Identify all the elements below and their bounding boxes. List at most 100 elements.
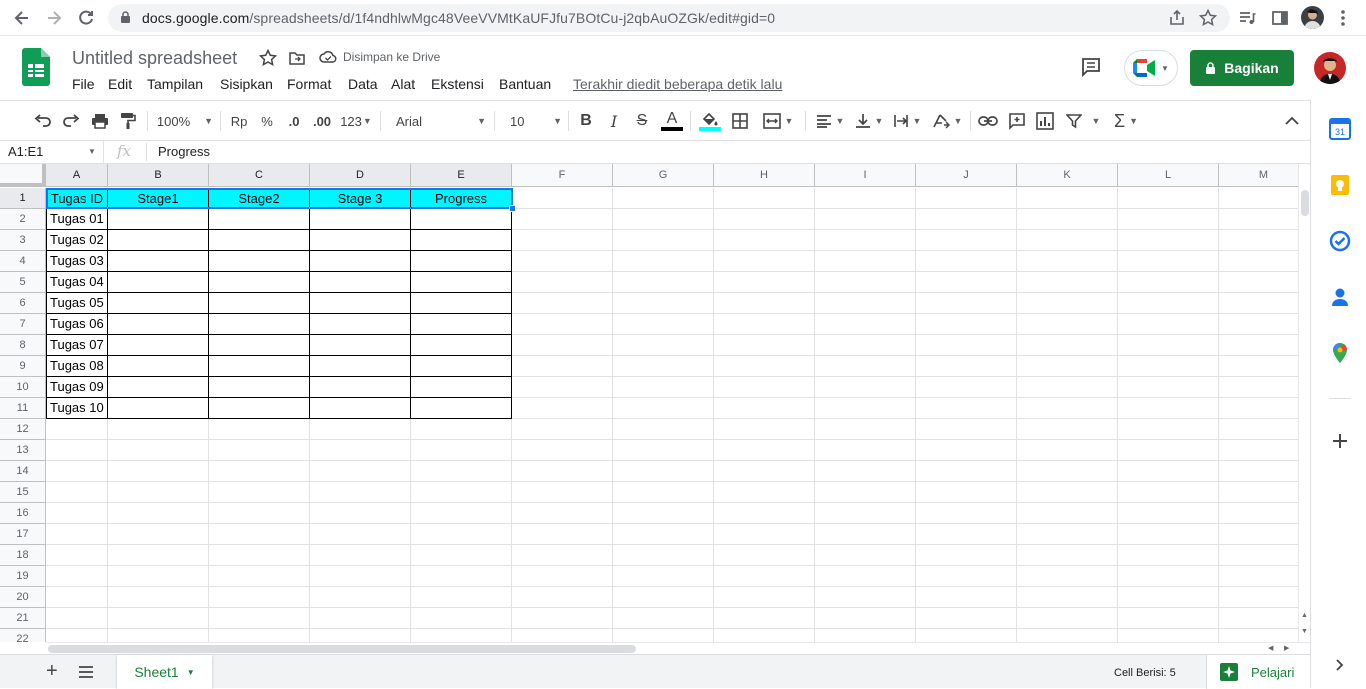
cell-f14[interactable] — [512, 461, 613, 482]
cell-k17[interactable] — [1017, 524, 1118, 545]
cell-j12[interactable] — [916, 419, 1017, 440]
cell-b4[interactable] — [108, 251, 209, 272]
cell-l11[interactable] — [1118, 398, 1219, 419]
cell-e12[interactable] — [411, 419, 512, 440]
menu-insert[interactable]: Sisipkan — [220, 76, 273, 92]
cell-f22[interactable] — [512, 629, 613, 642]
document-title[interactable]: Untitled spreadsheet — [72, 48, 237, 69]
cell-j4[interactable] — [916, 251, 1017, 272]
menu-view[interactable]: Tampilan — [147, 76, 203, 92]
horizontal-scrollbar[interactable]: ◀ ▶ — [46, 642, 1310, 654]
row-header-11[interactable]: 11 — [0, 398, 46, 419]
cell-c17[interactable] — [209, 524, 310, 545]
cell-g19[interactable] — [613, 566, 714, 587]
star-icon[interactable] — [258, 48, 278, 72]
cell-c12[interactable] — [209, 419, 310, 440]
cell-b7[interactable] — [108, 314, 209, 335]
cell-b16[interactable] — [108, 503, 209, 524]
cell-i3[interactable] — [815, 230, 916, 251]
cell-f9[interactable] — [512, 356, 613, 377]
cell-l18[interactable] — [1118, 545, 1219, 566]
cell-k5[interactable] — [1017, 272, 1118, 293]
cell-a12[interactable] — [46, 419, 108, 440]
cell-f15[interactable] — [512, 482, 613, 503]
cell-i8[interactable] — [815, 335, 916, 356]
cell-b6[interactable] — [108, 293, 209, 314]
chevron-down-icon[interactable]: ▼ — [88, 147, 96, 156]
cell-d3[interactable] — [310, 230, 411, 251]
cell-b21[interactable] — [108, 608, 209, 629]
cell-h4[interactable] — [714, 251, 815, 272]
cell-l6[interactable] — [1118, 293, 1219, 314]
cell-i15[interactable] — [815, 482, 916, 503]
cell-l2[interactable] — [1118, 209, 1219, 230]
cell-a8[interactable]: Tugas 07 — [46, 335, 108, 356]
filter-button[interactable]: ▼ — [1063, 109, 1103, 133]
side-panel-icon[interactable] — [1271, 9, 1289, 32]
cell-c7[interactable] — [209, 314, 310, 335]
scroll-left-icon[interactable]: ◀ — [1268, 644, 1273, 652]
cell-f1[interactable] — [512, 188, 613, 209]
cell-m7[interactable] — [1219, 314, 1309, 335]
cell-j16[interactable] — [916, 503, 1017, 524]
decrease-decimal-button[interactable]: .0 — [283, 109, 305, 133]
cell-a20[interactable] — [46, 587, 108, 608]
cell-l19[interactable] — [1118, 566, 1219, 587]
column-header-f[interactable]: F — [512, 164, 613, 187]
cell-j13[interactable] — [916, 440, 1017, 461]
cell-f6[interactable] — [512, 293, 613, 314]
cell-e7[interactable] — [411, 314, 512, 335]
cloud-saved-icon[interactable] — [319, 50, 337, 69]
horizontal-scroll-thumb[interactable] — [48, 645, 636, 653]
cell-f20[interactable] — [512, 587, 613, 608]
cell-c19[interactable] — [209, 566, 310, 587]
menu-help[interactable]: Bantuan — [499, 76, 551, 92]
cell-b15[interactable] — [108, 482, 209, 503]
cell-d8[interactable] — [310, 335, 411, 356]
cell-e19[interactable] — [411, 566, 512, 587]
cell-k18[interactable] — [1017, 545, 1118, 566]
cell-k1[interactable] — [1017, 188, 1118, 209]
cell-j22[interactable] — [916, 629, 1017, 642]
cell-k20[interactable] — [1017, 587, 1118, 608]
cell-k11[interactable] — [1017, 398, 1118, 419]
cell-j14[interactable] — [916, 461, 1017, 482]
cell-i18[interactable] — [815, 545, 916, 566]
explore-button[interactable]: Pelajari — [1206, 655, 1310, 689]
cell-i4[interactable] — [815, 251, 916, 272]
cell-h20[interactable] — [714, 587, 815, 608]
cell-d2[interactable] — [310, 209, 411, 230]
cell-b3[interactable] — [108, 230, 209, 251]
fill-color-button[interactable] — [698, 109, 722, 133]
address-bar[interactable]: docs.google.com/spreadsheets/d/1f4ndhlwM… — [108, 4, 1230, 32]
reload-icon[interactable] — [74, 6, 98, 30]
vertical-scroll-thumb[interactable] — [1301, 190, 1309, 216]
cell-g1[interactable] — [613, 188, 714, 209]
cell-m1[interactable] — [1219, 188, 1309, 209]
cell-e21[interactable] — [411, 608, 512, 629]
column-header-j[interactable]: J — [916, 164, 1017, 187]
cell-m17[interactable] — [1219, 524, 1309, 545]
chevron-down-icon[interactable]: ▼ — [187, 668, 195, 677]
redo-icon[interactable] — [60, 109, 82, 133]
cell-e4[interactable] — [411, 251, 512, 272]
text-color-button[interactable]: A — [660, 109, 684, 133]
cell-a3[interactable]: Tugas 02 — [46, 230, 108, 251]
cell-j9[interactable] — [916, 356, 1017, 377]
cell-h11[interactable] — [714, 398, 815, 419]
cell-f17[interactable] — [512, 524, 613, 545]
cell-g4[interactable] — [613, 251, 714, 272]
cell-d22[interactable] — [310, 629, 411, 642]
cell-h7[interactable] — [714, 314, 815, 335]
cell-d11[interactable] — [310, 398, 411, 419]
cell-e3[interactable] — [411, 230, 512, 251]
row-header-9[interactable]: 9 — [0, 356, 46, 377]
cell-f2[interactable] — [512, 209, 613, 230]
cell-i9[interactable] — [815, 356, 916, 377]
column-header-e[interactable]: E — [411, 164, 512, 187]
cell-g20[interactable] — [613, 587, 714, 608]
functions-button[interactable]: Σ ▼ — [1109, 109, 1143, 133]
cell-h5[interactable] — [714, 272, 815, 293]
forward-icon[interactable] — [42, 6, 66, 30]
currency-format-button[interactable]: Rp — [228, 109, 250, 133]
